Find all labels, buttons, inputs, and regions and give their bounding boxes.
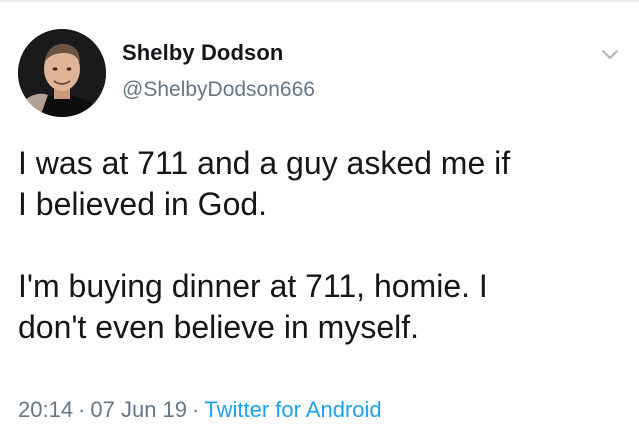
tweet-line: I was at 711 and a guy asked me if — [18, 145, 511, 181]
tweet-time[interactable]: 20:14 — [18, 397, 73, 422]
user-handle[interactable]: @ShelbyDodson666 — [122, 78, 315, 102]
tweet-source-link[interactable]: Twitter for Android — [204, 397, 381, 422]
meta-separator: · — [192, 397, 200, 422]
tweet-line: don't even believe in myself. — [18, 309, 419, 345]
tweet-meta: 20:14 · 07 Jun 19 · Twitter for Android — [18, 397, 382, 423]
tweet-date[interactable]: 07 Jun 19 — [90, 397, 187, 422]
chevron-down-icon[interactable] — [598, 42, 622, 66]
divider — [0, 0, 639, 2]
avatar-image — [18, 29, 106, 117]
tweet-card: Shelby Dodson @ShelbyDodson666 I was at … — [0, 0, 639, 444]
display-name[interactable]: Shelby Dodson — [122, 40, 283, 66]
meta-separator: · — [78, 397, 86, 422]
tweet-line: I'm buying dinner at 711, homie. I — [18, 268, 488, 304]
tweet-text: I was at 711 and a guy asked me if I bel… — [18, 143, 630, 348]
tweet-line: I believed in God. — [18, 186, 268, 222]
avatar[interactable] — [18, 29, 106, 117]
